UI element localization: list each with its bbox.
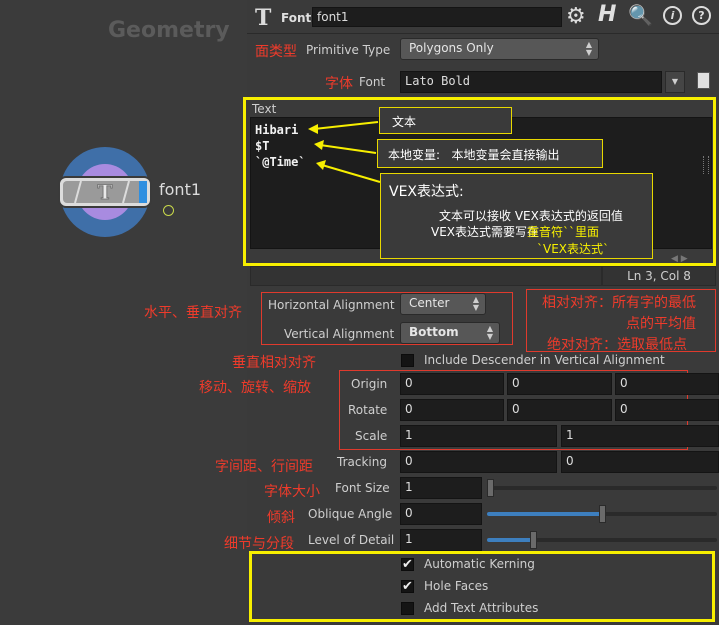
node-icon-letter: T [98, 180, 113, 204]
rotate-label: Rotate [348, 403, 388, 417]
rotate-z-field[interactable]: 0 [615, 399, 719, 421]
text-status-left [250, 266, 602, 286]
annotation-vex-line2b: 重音符``里面 [527, 225, 600, 239]
include-descender-checkbox[interactable] [401, 354, 414, 367]
annotation-vertical-relative: 垂直相对对齐 [232, 355, 316, 371]
annotation-vex-line1: 文本可以接收 VEX表达式的返回值 [439, 209, 623, 223]
annotation-align-note1a: 相对对齐：所有字的最低 [542, 295, 696, 311]
oblique-angle-field[interactable]: 0 [400, 503, 482, 525]
annotation-local-var-title: 本地变量: [388, 148, 441, 162]
font-node[interactable]: T [55, 145, 155, 240]
node-type-label: Font [281, 11, 312, 25]
annotation-font: 字体 [325, 76, 353, 92]
annotation-vex-line2a: VEX表达式需要写在 [431, 225, 540, 239]
annotation-vex-note: VEX表达式: 文本可以接收 VEX表达式的返回值 VEX表达式需要写在 重音符… [380, 173, 653, 259]
gear-icon[interactable]: ⚙ [566, 4, 586, 29]
help-h-icon[interactable]: H [598, 2, 616, 27]
font-field[interactable]: Lato Bold [400, 71, 662, 93]
hole-faces-checkbox[interactable]: ✔ [401, 580, 414, 593]
annotation-detail: 细节与分段 [224, 536, 294, 552]
annotation-primitive-type: 面类型 [255, 44, 297, 60]
header-divider [247, 33, 719, 34]
automatic-kerning-checkbox[interactable]: ✔ [401, 558, 414, 571]
tracking-label: Tracking [337, 455, 387, 469]
primitive-type-value: Polygons Only [409, 41, 494, 55]
network-context-label: Geometry [108, 18, 230, 43]
checkmark-icon: ✔ [402, 557, 413, 572]
file-browse-icon[interactable] [697, 72, 710, 89]
origin-y-field[interactable]: 0 [507, 373, 612, 395]
font-node-type-icon: T [255, 5, 272, 31]
valign-dropdown[interactable]: Bottom ▲ ▼ [400, 322, 500, 344]
font-size-slider[interactable] [487, 479, 717, 497]
text-label: Text [252, 102, 277, 116]
add-text-attributes-label: Add Text Attributes [424, 601, 539, 615]
valign-value: Bottom [409, 325, 459, 339]
halign-dropdown[interactable]: Center ▲ ▼ [400, 293, 486, 315]
level-of-detail-field[interactable]: 1 [400, 529, 482, 551]
primitive-type-label: Primitive Type [306, 43, 391, 57]
checkmark-icon: ✔ [402, 579, 413, 594]
halign-label: Horizontal Alignment [268, 298, 395, 312]
origin-x-field[interactable]: 0 [400, 373, 504, 395]
annotation-local-var-body: 本地变量会直接输出 [451, 148, 560, 162]
text-line-3: `@Time` [255, 155, 306, 169]
oblique-angle-slider[interactable] [487, 505, 717, 523]
updown-arrow-icon: ▲ ▼ [486, 324, 493, 341]
help-icon[interactable]: ? [692, 6, 711, 25]
annotation-vex-line3: `VEX表达式` [537, 242, 610, 256]
level-of-detail-slider-handle[interactable] [530, 531, 537, 549]
font-size-slider-handle[interactable] [487, 479, 494, 497]
scale-x-field[interactable]: 1 [400, 425, 557, 447]
origin-z-field[interactable]: 0 [615, 373, 719, 395]
text-cursor-position: Ln 3, Col 8 [602, 266, 716, 286]
annotation-arrows [308, 121, 381, 183]
hole-faces-label: Hole Faces [424, 579, 489, 593]
scale-label: Scale [355, 429, 388, 443]
clock-icon [163, 205, 174, 216]
annotation-font-size: 字体大小 [264, 484, 320, 500]
annotation-vex-title: VEX表达式: [389, 184, 464, 200]
annotation-local-var-note: 本地变量: 本地变量会直接输出 [377, 139, 603, 168]
add-text-attributes-checkbox[interactable] [401, 602, 414, 615]
oblique-angle-label: Oblique Angle [308, 507, 393, 521]
font-size-label: Font Size [335, 481, 390, 495]
text-line-1: Hibari [255, 123, 299, 137]
scrollbar-grip[interactable] [703, 156, 709, 174]
oblique-angle-slider-handle[interactable] [599, 505, 606, 523]
info-icon[interactable]: i [663, 6, 682, 25]
updown-arrow-icon: ▲ ▼ [585, 40, 592, 57]
level-of-detail-label: Level of Detail [308, 533, 395, 547]
annotation-text-note: 文本 [379, 107, 512, 134]
search-icon[interactable]: 🔍 [628, 3, 653, 27]
annotation-align: 水平、垂直对齐 [144, 305, 242, 321]
scale-y-field[interactable]: 1 [561, 425, 719, 447]
include-descender-label: Include Descender in Vertical Alignment [424, 353, 665, 367]
valign-label: Vertical Alignment [284, 327, 395, 341]
text-line-2: $T [255, 139, 270, 153]
automatic-kerning-label: Automatic Kerning [424, 557, 535, 571]
node-name-field[interactable]: font1 [312, 7, 562, 27]
origin-label: Origin [351, 377, 388, 391]
tracking-y-field[interactable]: 0 [561, 451, 719, 473]
halign-value: Center [409, 296, 450, 310]
updown-arrow-icon: ▲ ▼ [472, 295, 479, 312]
primitive-type-dropdown[interactable]: Polygons Only ▲ ▼ [400, 38, 599, 60]
tracking-x-field[interactable]: 0 [400, 451, 557, 473]
rotate-x-field[interactable]: 0 [400, 399, 504, 421]
level-of-detail-slider[interactable] [487, 531, 717, 549]
annotation-oblique: 倾斜 [267, 510, 295, 526]
rotate-y-field[interactable]: 0 [507, 399, 612, 421]
font-size-field[interactable]: 1 [400, 477, 482, 499]
font-node-graphic: T [58, 147, 152, 237]
font-menu-arrow-icon[interactable]: ▼ [665, 71, 685, 93]
scroll-arrows-icon[interactable]: ◀ ▶ [671, 254, 688, 264]
font-label: Font [359, 75, 386, 89]
annotation-transform: 移动、旋转、缩放 [199, 380, 311, 396]
annotation-spacing: 字间距、行间距 [215, 459, 313, 475]
annotation-align-note2: 绝对对齐：选取最低点 [547, 337, 687, 353]
node-name-label: font1 [159, 180, 202, 199]
annotation-align-note1b: 点的平均值 [626, 316, 696, 332]
